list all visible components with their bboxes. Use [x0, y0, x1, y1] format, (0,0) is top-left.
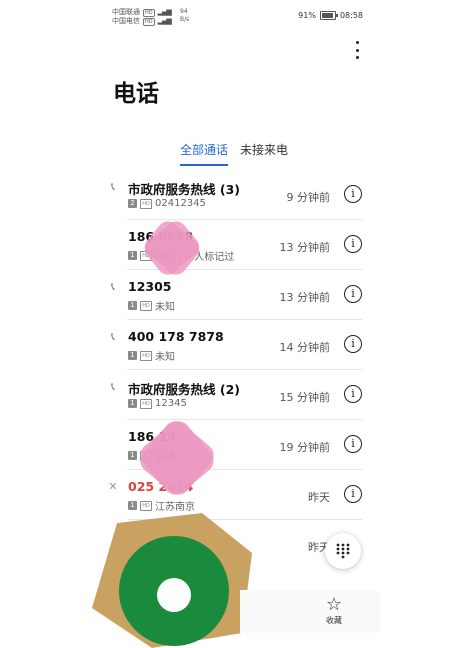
sim-badge: 1 [128, 501, 137, 510]
dialpad-button[interactable] [325, 533, 361, 569]
hd-icon: HD [140, 500, 152, 511]
status-bar: 中国联通 HD ▂▄▆ 中国电信 HD ▂▄▆ 94 B/s 91% 08:58 [0, 0, 475, 30]
carrier-info: 中国联通 HD ▂▄▆ 中国电信 HD ▂▄▆ [112, 8, 172, 26]
call-detail-text: 江苏南京 [155, 502, 195, 513]
nav-favorites-label: 收藏 [326, 616, 342, 625]
battery-icon [319, 11, 338, 20]
status-right: 91% 08:58 [298, 11, 363, 20]
tab-all-calls[interactable]: 全部通话 [180, 141, 229, 166]
star-icon: ☆ [325, 594, 343, 615]
caller-name: 市政府服务热线 (3) [128, 182, 240, 197]
missed-call-icon: ✕ [108, 480, 118, 493]
info-icon[interactable]: i [344, 485, 362, 503]
info-icon[interactable]: i [344, 235, 362, 253]
network-speed: 94 B/s [180, 8, 189, 24]
caller-name: 12305 [128, 279, 172, 294]
call-time: 19 分钟前 [279, 441, 331, 454]
sim-badge: 1 [128, 451, 137, 460]
call-time: 9 分钟前 [286, 191, 331, 204]
call-detail: 1 HD 江苏南京 [128, 498, 195, 513]
call-detail-text: 未知 [155, 302, 175, 313]
hd-icon: HD [140, 398, 152, 409]
clock: 08:58 [339, 11, 363, 20]
hd-icon: HD [140, 198, 152, 209]
signal-icon: ▂▄▆ [157, 8, 172, 16]
hd-icon: HD [140, 350, 152, 361]
call-detail-text: 未知 [155, 352, 175, 363]
call-detail-text: 12345 [155, 398, 187, 409]
call-detail: 1 HD 未知 [128, 348, 175, 363]
call-time: 13 分钟前 [279, 241, 331, 254]
info-icon[interactable]: i [344, 285, 362, 303]
call-log-row[interactable]: 📞︎ 市政府服务热线 (2) 1 HD 12345 15 分钟前 i [104, 370, 370, 420]
bottom-navigation [240, 590, 380, 633]
nav-favorites[interactable]: ☆ 收藏 [320, 595, 348, 626]
call-detail: 1 HD 12345 [128, 398, 187, 409]
signal-icon-2: ▂▄▆ [157, 17, 172, 25]
carrier-2: 中国电信 [112, 17, 140, 25]
outgoing-call-icon: 📞︎ [111, 380, 115, 393]
more-options-icon[interactable] [350, 40, 364, 60]
sim-badge: 1 [128, 399, 137, 408]
call-time: 15 分钟前 [279, 391, 331, 404]
call-log-row[interactable]: 📞︎ 市政府服务热线 (3) 2 HD 02412345 9 分钟前 i [104, 170, 370, 220]
page-title: 电话 [113, 81, 159, 107]
call-time: 昨天 [308, 491, 330, 504]
info-icon[interactable]: i [344, 185, 362, 203]
caller-name: 400 178 7878 [128, 329, 224, 344]
caller-name: 市政府服务热线 (2) [128, 382, 240, 397]
info-icon[interactable]: i [344, 335, 362, 353]
hd-badge: HD [143, 8, 155, 17]
dialpad-icon [336, 543, 350, 559]
call-time: 13 分钟前 [279, 291, 331, 304]
tab-missed-calls[interactable]: 未接来电 [240, 141, 288, 166]
info-icon[interactable]: i [344, 385, 362, 403]
outgoing-call-icon: 📞︎ [111, 280, 115, 293]
call-time: 14 分钟前 [279, 341, 331, 354]
carrier-1: 中国联通 [112, 8, 140, 16]
call-log-row[interactable]: 📞︎ 12305 1 HD 未知 13 分钟前 i [104, 270, 370, 320]
call-log-list: 📞︎ 市政府服务热线 (3) 2 HD 02412345 9 分钟前 i 186… [104, 170, 370, 570]
network-speed-value: 94 [180, 8, 188, 15]
privacy-sticker [140, 217, 204, 279]
battery-percent: 91% [298, 11, 316, 20]
sim-badge: 1 [128, 251, 137, 260]
sim-badge: 1 [128, 351, 137, 360]
privacy-sticker [135, 416, 219, 500]
call-detail-text: 02412345 [155, 198, 206, 209]
call-log-row[interactable]: 📞︎ 400 178 7878 1 HD 未知 14 分钟前 i [104, 320, 370, 370]
outgoing-call-icon: 📞︎ [111, 180, 115, 193]
hd-icon: HD [140, 300, 152, 311]
call-detail: 2 HD 02412345 [128, 198, 206, 209]
sim-badge: 1 [128, 301, 137, 310]
call-tabs: 全部通话 未接来电 [180, 141, 288, 166]
info-icon[interactable]: i [344, 435, 362, 453]
call-detail: 1 HD 未知 [128, 298, 175, 313]
outgoing-call-icon: 📞︎ [111, 330, 115, 343]
network-speed-unit: B/s [180, 16, 190, 23]
hd-badge-2: HD [143, 17, 155, 26]
sim-badge: 2 [128, 199, 137, 208]
